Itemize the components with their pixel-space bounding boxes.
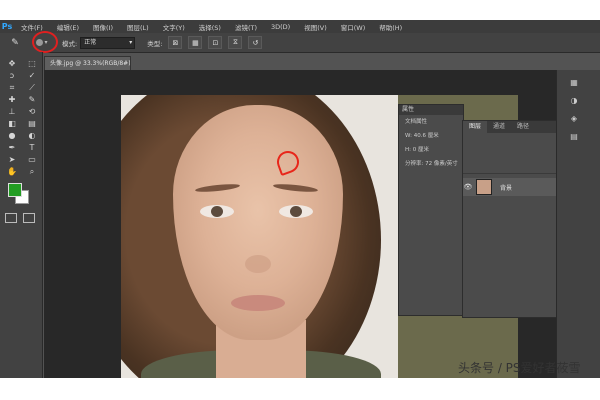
properties-panel: 属性 文档属性 W: 40.6 厘米 H: 0 厘米 分辨率: 72 像素/英寸 [398, 104, 464, 316]
options-bar: ✎ ▾ 模式: 正常 类型: ⊠ ▦ ⊡ ⧖ ↺ [0, 33, 600, 53]
eyedropper-icon[interactable]: ⟋ [23, 82, 41, 93]
quick-select-icon[interactable]: ✓ [23, 70, 41, 81]
menu-view[interactable]: 视图(V) [297, 22, 334, 32]
eraser-icon[interactable]: ◧ [3, 118, 21, 129]
spot-healing-brush-icon[interactable]: ✎ [6, 36, 24, 50]
swatches-panel-icon[interactable]: ▤ [567, 130, 581, 142]
hand-tool-icon[interactable]: ✋ [3, 166, 21, 177]
path-select-icon[interactable]: ➤ [3, 154, 21, 165]
move-tool-icon[interactable]: ✥ [3, 58, 21, 69]
create-texture-icon[interactable]: ▦ [188, 36, 203, 49]
dodge-icon[interactable]: ◐ [23, 130, 41, 141]
right-eyebrow [272, 182, 319, 194]
left-eye [200, 205, 234, 218]
menu-edit[interactable]: 编辑(E) [50, 22, 86, 32]
lasso-tool-icon[interactable]: ↄ [3, 70, 21, 81]
menu-type[interactable]: 文字(Y) [156, 22, 192, 32]
marquee-tool-icon[interactable]: ⬚ [23, 58, 41, 69]
brush-tool-icon[interactable]: ✎ [23, 94, 41, 105]
menu-3d[interactable]: 3D(D) [264, 23, 297, 31]
pressure-icon[interactable]: ↺ [248, 36, 263, 49]
right-panel-strip: ▦ ◑ ◈ ▤ [556, 70, 600, 378]
color-swatches[interactable] [0, 183, 40, 209]
foreground-color-swatch[interactable] [8, 183, 22, 197]
mode-label: 模式: [62, 39, 78, 48]
pen-tool-icon[interactable]: ✒ [3, 142, 21, 153]
healing-brush-icon[interactable]: ✚ [3, 94, 21, 105]
menu-layer[interactable]: 图层(L) [120, 22, 156, 32]
menu-help[interactable]: 帮助(H) [372, 22, 409, 32]
left-eyebrow [194, 182, 241, 194]
ps-logo: Ps [1, 22, 13, 31]
crop-tool-icon[interactable]: ⌗ [3, 82, 21, 93]
layer-name: 背景 [500, 184, 513, 192]
watermark-text: 头条号 / PS爱好者莜雪 [458, 361, 581, 375]
sample-all-layers-icon[interactable]: ⧖ [228, 36, 243, 49]
properties-row-height: H: 0 厘米 [405, 147, 429, 153]
visibility-eye-icon[interactable]: 👁 [463, 183, 473, 191]
layer-controls [463, 133, 569, 174]
right-eye [279, 205, 313, 218]
menu-image[interactable]: 图像(I) [86, 22, 120, 32]
gradient-icon[interactable]: ▤ [23, 118, 41, 129]
layer-thumbnail [476, 179, 492, 195]
properties-header: 文档属性 [405, 119, 428, 125]
clone-stamp-icon[interactable]: ⊥ [3, 106, 21, 117]
history-brush-icon[interactable]: ⟲ [23, 106, 41, 117]
quick-mask-icon[interactable] [5, 213, 17, 223]
screen-mode-icon[interactable] [23, 213, 35, 223]
red-annotation-circle [32, 31, 58, 53]
type-label: 类型: [147, 39, 163, 48]
menu-select[interactable]: 选择(S) [192, 22, 228, 32]
menu-filter[interactable]: 滤镜(T) [228, 22, 264, 32]
blur-icon[interactable]: ● [3, 130, 21, 141]
type-tool-icon[interactable]: T [23, 142, 41, 153]
layer-row-background[interactable]: 👁 背景 [463, 178, 569, 196]
menu-window[interactable]: 窗口(W) [334, 22, 373, 32]
nose [245, 255, 271, 273]
document-tab[interactable]: 头像.jpg @ 33.3%(RGB/8#) [44, 56, 131, 71]
menu-file[interactable]: 文件(F) [14, 22, 50, 32]
properties-row-resolution: 分辨率: 72 像素/英寸 [405, 161, 458, 167]
mode-select[interactable]: 正常 [80, 36, 136, 49]
layers-panel: 图层 通道 路径 👁 背景 [462, 120, 570, 318]
content-aware-icon[interactable]: ⊡ [208, 36, 223, 49]
zoom-tool-icon[interactable]: ⌕ [23, 166, 41, 177]
tab-channels[interactable]: 通道 [487, 121, 511, 133]
menu-bar: Ps 文件(F) 编辑(E) 图像(I) 图层(L) 文字(Y) 选择(S) 滤… [0, 20, 600, 33]
adjustments-panel-icon[interactable]: ◈ [567, 112, 581, 124]
color-panel-icon[interactable]: ◑ [567, 94, 581, 106]
photoshop-window: Ps 文件(F) 编辑(E) 图像(I) 图层(L) 文字(Y) 选择(S) 滤… [0, 20, 600, 378]
tab-paths[interactable]: 路径 [511, 121, 535, 133]
portrait-photo[interactable] [121, 95, 398, 378]
tools-panel: ✥ ⬚ ↄ ✓ ⌗ ⟋ ✚ ✎ ⊥ ⟲ ◧ ▤ ● ◐ ✒ T ➤ ▭ ✋ ⌕ [0, 52, 43, 378]
lips [231, 295, 285, 311]
shape-tool-icon[interactable]: ▭ [23, 154, 41, 165]
tab-layers[interactable]: 图层 [463, 121, 488, 133]
proximity-match-icon[interactable]: ⊠ [168, 36, 183, 49]
properties-title: 属性 [399, 105, 463, 115]
history-panel-icon[interactable]: ▦ [567, 76, 581, 88]
properties-row-width: W: 40.6 厘米 [405, 133, 439, 139]
